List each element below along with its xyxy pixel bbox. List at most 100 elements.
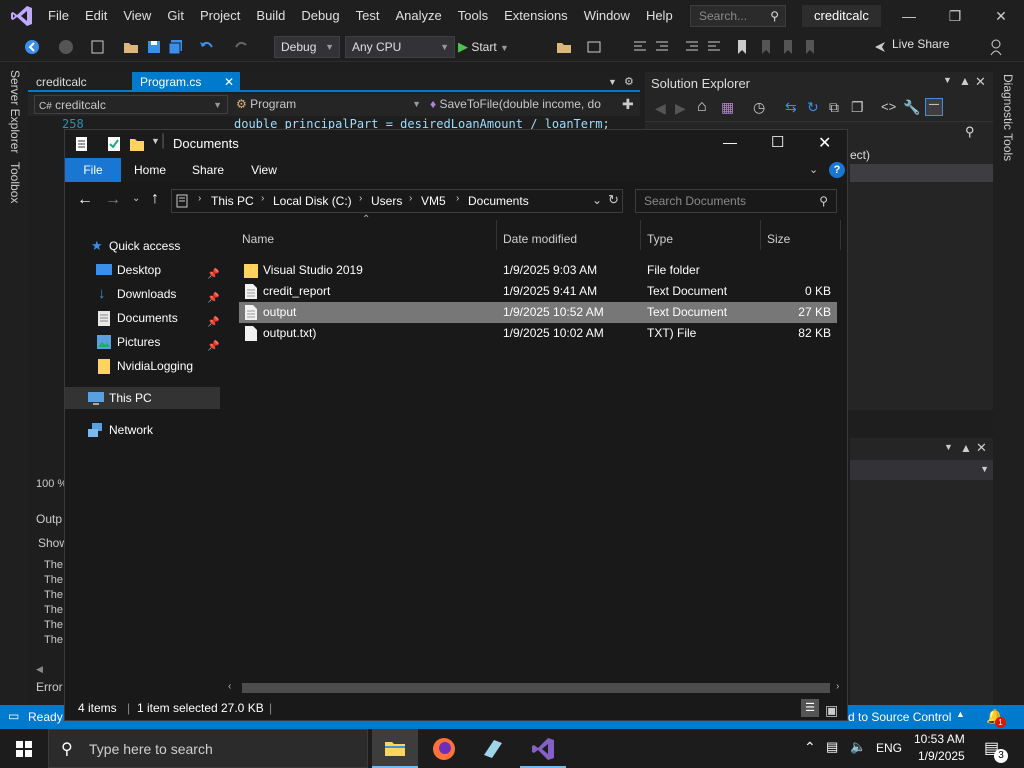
maximize-button[interactable]: ❐ [932, 0, 978, 32]
quick-access-dropdown-icon[interactable]: ▼ [151, 136, 160, 146]
tray-overflow-icon[interactable]: ⌃ [804, 739, 816, 756]
help-icon[interactable]: ? [829, 162, 845, 178]
close-icon[interactable]: ✕ [975, 74, 986, 90]
live-share-button[interactable]: Live Share [892, 37, 949, 51]
pin-icon[interactable]: ▲ [959, 74, 971, 88]
volume-muted-icon[interactable]: 🔈 [850, 739, 866, 755]
chevron-down-icon[interactable]: ▼ [944, 442, 953, 452]
breadcrumb-documents[interactable]: Documents [468, 194, 529, 208]
up-arrow-icon[interactable]: ↑ [151, 190, 159, 208]
vs-search-input[interactable]: Search... ⚲ [690, 5, 786, 27]
taskbar-search-box[interactable]: ⚲ Type here to search [48, 729, 368, 768]
ribbon-tab-file[interactable]: File [65, 158, 121, 182]
column-header-size[interactable]: Size [767, 228, 790, 250]
undo-icon[interactable] [198, 37, 214, 57]
class-dropdown[interactable]: ⚙ Program ▼ [232, 95, 426, 114]
view-code-icon[interactable]: <> [881, 99, 896, 114]
language-indicator[interactable]: ENG [876, 741, 902, 755]
scroll-left-icon[interactable]: ◀ [36, 664, 43, 675]
menu-edit[interactable]: Edit [77, 0, 115, 32]
menu-view[interactable]: View [115, 0, 159, 32]
menu-tools[interactable]: Tools [450, 0, 496, 32]
open-folder-icon[interactable] [556, 37, 572, 57]
nav-item-desktop[interactable]: Desktop 📌 [65, 259, 220, 281]
ribbon-tab-share[interactable]: Share [181, 158, 235, 182]
bookmark-next-icon[interactable] [780, 37, 796, 57]
menu-project[interactable]: Project [192, 0, 248, 32]
split-editor-icon[interactable]: ✚ [622, 96, 634, 113]
menu-build[interactable]: Build [248, 0, 293, 32]
address-bar[interactable]: › This PC › Local Disk (C:) › Users › VM… [171, 189, 623, 213]
file-row-selected[interactable]: output 1/9/2025 10:52 AM Text Document 2… [239, 302, 837, 323]
configuration-select[interactable]: Debug ▼ [274, 36, 340, 58]
checkmark-icon[interactable] [107, 136, 121, 152]
notepad-app-icon[interactable] [480, 737, 504, 761]
recent-locations-icon[interactable]: ⌄ [132, 193, 140, 204]
add-to-source-control[interactable]: d to Source Control [848, 710, 951, 724]
align-right-icon[interactable] [654, 37, 670, 57]
tab-program-cs[interactable]: Program.cs ✕ [132, 72, 240, 92]
expand-ribbon-icon[interactable]: ⌄ [809, 163, 818, 176]
close-button[interactable]: ✕ [818, 133, 831, 153]
menu-file[interactable]: File [40, 0, 77, 32]
solution-node-partial[interactable]: ect) [850, 148, 870, 162]
sync-icon[interactable]: ⇆ [785, 99, 797, 116]
align-left-icon[interactable] [632, 37, 648, 57]
ribbon-tab-view[interactable]: View [237, 158, 291, 182]
chevron-down-icon[interactable]: ▼ [608, 72, 617, 92]
settings-icon[interactable]: ⚙ [624, 72, 634, 92]
indent-icon[interactable] [684, 37, 700, 57]
outdent-icon[interactable] [706, 37, 722, 57]
preview-icon[interactable]: — [925, 98, 943, 116]
nav-item-pictures[interactable]: Pictures 📌 [65, 331, 220, 353]
show-all-files-icon[interactable]: ❐ [851, 99, 864, 116]
column-header-type[interactable]: Type [647, 228, 673, 250]
large-icons-view-icon[interactable]: ▣ [825, 698, 838, 722]
minimize-button[interactable]: — [723, 134, 737, 150]
new-project-icon[interactable] [90, 37, 106, 57]
breadcrumb-users[interactable]: Users [371, 194, 402, 208]
save-all-icon[interactable] [168, 37, 184, 57]
bookmark-icon[interactable] [734, 37, 750, 57]
menu-test[interactable]: Test [348, 0, 388, 32]
address-dropdown-icon[interactable]: ⌄ [592, 193, 602, 207]
column-divider[interactable] [840, 220, 841, 250]
new-folder-icon[interactable] [129, 136, 145, 152]
switch-views-icon[interactable]: ▦ [721, 99, 734, 116]
start-button[interactable]: ▶ Start ▼ [458, 36, 520, 58]
nav-item-documents[interactable]: Documents 📌 [65, 307, 220, 329]
bookmark-clear-icon[interactable] [802, 37, 818, 57]
nav-item-network[interactable]: Network [65, 419, 220, 441]
close-button[interactable]: ✕ [978, 0, 1024, 32]
column-divider[interactable] [496, 220, 497, 250]
open-folder-icon[interactable] [123, 37, 139, 57]
forward-icon[interactable] [58, 37, 74, 57]
project-dropdown[interactable]: C# creditcalc ▼ [34, 95, 228, 114]
file-row[interactable]: output.txt) 1/9/2025 10:02 AM TXT) File … [239, 323, 837, 344]
pin-icon[interactable]: ▲ [960, 441, 972, 455]
breadcrumb-vm5[interactable]: VM5 [421, 194, 446, 208]
minimize-button[interactable]: — [886, 0, 932, 32]
zoom-level[interactable]: 100 % [36, 478, 67, 490]
refresh-icon[interactable]: ↻ [608, 192, 619, 208]
member-dropdown[interactable]: ♦ SaveToFile(double income, do [428, 95, 618, 114]
column-divider[interactable] [640, 220, 641, 250]
redo-icon[interactable] [234, 37, 250, 57]
save-icon[interactable] [146, 37, 162, 57]
taskbar-file-explorer[interactable] [372, 729, 418, 768]
breadcrumb-local-disk[interactable]: Local Disk (C:) [273, 194, 352, 208]
clock-time[interactable]: 10:53 AM [914, 732, 965, 746]
nav-item-this-pc[interactable]: This PC [65, 387, 220, 409]
feedback-icon[interactable] [988, 38, 1004, 58]
close-icon[interactable]: ✕ [224, 72, 234, 92]
back-icon[interactable] [24, 37, 40, 57]
ribbon-tab-home[interactable]: Home [123, 158, 177, 182]
menu-analyze[interactable]: Analyze [387, 0, 449, 32]
column-header-date-modified[interactable]: Date modified [503, 228, 577, 250]
explorer-search-input[interactable]: Search Documents ⚲ [635, 189, 837, 213]
back-icon[interactable]: ◀ [655, 100, 666, 117]
firefox-icon[interactable] [432, 737, 456, 761]
pending-changes-icon[interactable]: ◷ [753, 99, 765, 116]
scroll-right-icon[interactable]: › [836, 681, 839, 692]
bookmark-prev-icon[interactable] [758, 37, 774, 57]
